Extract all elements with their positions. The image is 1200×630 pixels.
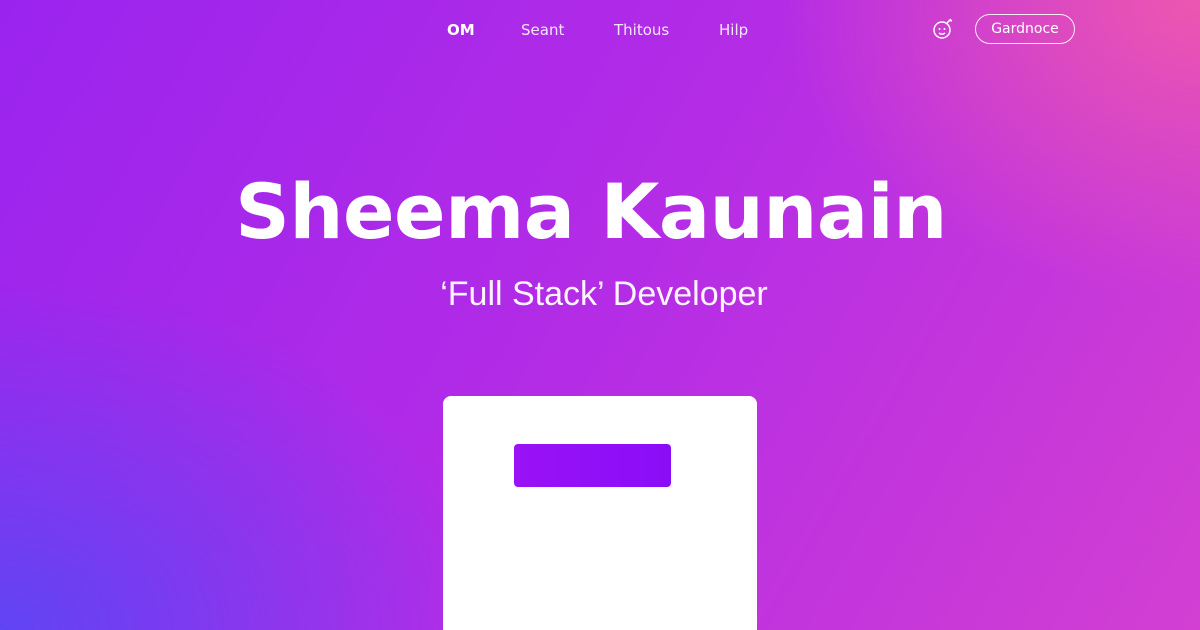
nav-link-hilp[interactable]: Hilp <box>719 20 748 40</box>
hero-card <box>443 396 757 630</box>
card-button[interactable] <box>514 444 671 487</box>
nav-link-thitous[interactable]: Thitous <box>614 20 669 40</box>
nav-link-seant[interactable]: Seant <box>521 20 564 40</box>
avatar-face-icon[interactable] <box>931 17 955 41</box>
nav-link-om[interactable]: OM <box>447 20 475 40</box>
cta-button[interactable]: Gardnoce <box>975 14 1075 44</box>
top-nav: OM Seant Thitous Hilp Gardnoce <box>0 0 1200 60</box>
hero-title: Sheema Kaunain <box>235 167 947 256</box>
hero-subtitle: ‘Full Stack’ Developer <box>440 275 768 313</box>
